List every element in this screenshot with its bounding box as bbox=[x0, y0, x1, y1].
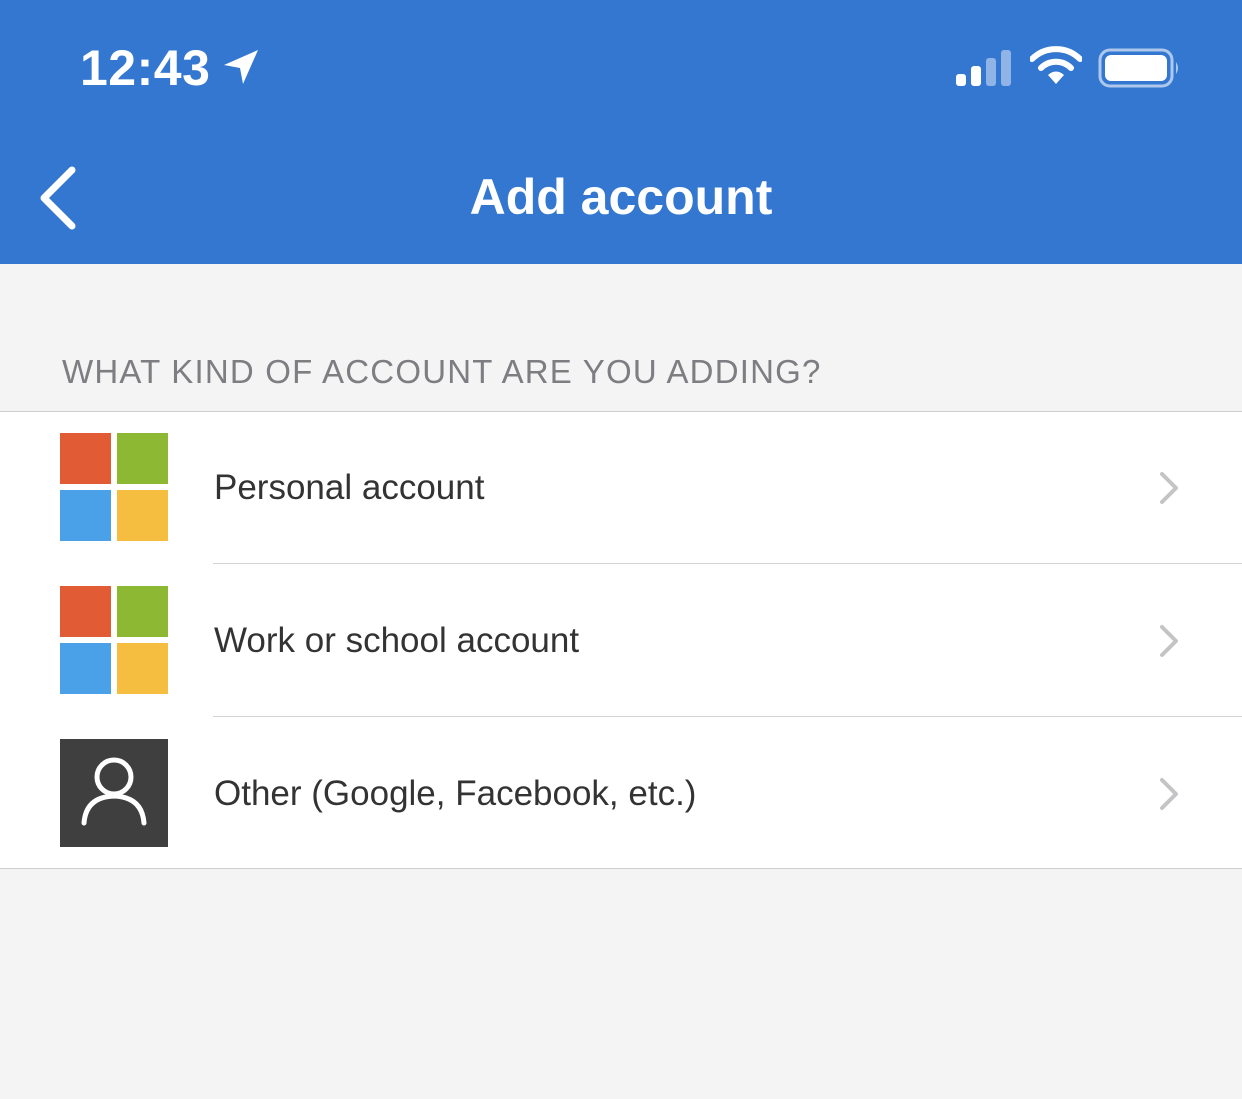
chevron-right-icon bbox=[1160, 625, 1178, 657]
wifi-icon bbox=[1030, 46, 1082, 84]
status-time: 12:43 bbox=[80, 40, 211, 96]
row-divider bbox=[213, 563, 1242, 564]
microsoft-logo-icon bbox=[60, 586, 168, 694]
page-title: Add account bbox=[469, 169, 773, 225]
battery-icon bbox=[1098, 48, 1178, 88]
row-label: Other (Google, Facebook, etc.) bbox=[214, 774, 697, 813]
row-divider bbox=[213, 716, 1242, 717]
person-icon bbox=[60, 739, 168, 847]
chevron-right-icon bbox=[1160, 472, 1178, 504]
cellular-signal-icon bbox=[956, 50, 1011, 86]
work-school-account-row[interactable]: Work or school account bbox=[0, 565, 1242, 717]
app-header: 12:43 Add account bbox=[0, 0, 1242, 264]
other-account-row[interactable]: Other (Google, Facebook, etc.) bbox=[0, 718, 1242, 870]
location-arrow-icon bbox=[224, 50, 258, 84]
row-label: Personal account bbox=[214, 468, 485, 507]
row-label: Work or school account bbox=[214, 621, 580, 660]
chevron-right-icon bbox=[1160, 778, 1178, 810]
personal-account-row[interactable]: Personal account bbox=[0, 412, 1242, 564]
microsoft-logo-icon bbox=[60, 433, 168, 541]
section-header: WHAT KIND OF ACCOUNT ARE YOU ADDING? bbox=[62, 353, 822, 390]
account-type-list: Personal account Work or school account … bbox=[0, 411, 1242, 869]
